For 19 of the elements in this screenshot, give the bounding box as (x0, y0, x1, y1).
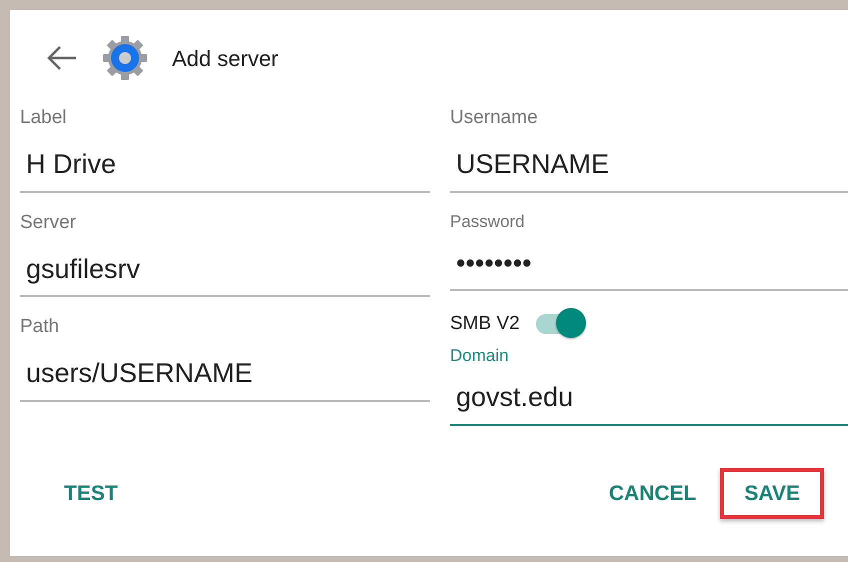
input-field[interactable]: govst.edu (450, 367, 848, 426)
gear-icon (102, 35, 148, 81)
action-button[interactable]: TEST (40, 468, 142, 519)
field-label: Username (450, 106, 539, 130)
input-field[interactable]: •••••••• (450, 232, 848, 291)
input-field[interactable]: users/USERNAME (20, 339, 430, 402)
action-button[interactable]: SAVE (720, 468, 824, 519)
back-button[interactable] (46, 44, 78, 72)
field-label: Server (20, 210, 77, 234)
input-field[interactable]: USERNAME (450, 130, 848, 192)
switch-label: SMB V2 (450, 312, 520, 336)
input-field[interactable]: H Drive (20, 130, 430, 192)
input-field[interactable]: gsufilesrv (20, 234, 430, 297)
page-title: Add server (172, 44, 278, 72)
field-label: Label (20, 106, 68, 130)
action-button[interactable]: CANCEL (584, 468, 720, 519)
field-label: Domain (450, 345, 510, 367)
field-label: Password (450, 210, 526, 232)
field-label: Path (20, 315, 60, 339)
